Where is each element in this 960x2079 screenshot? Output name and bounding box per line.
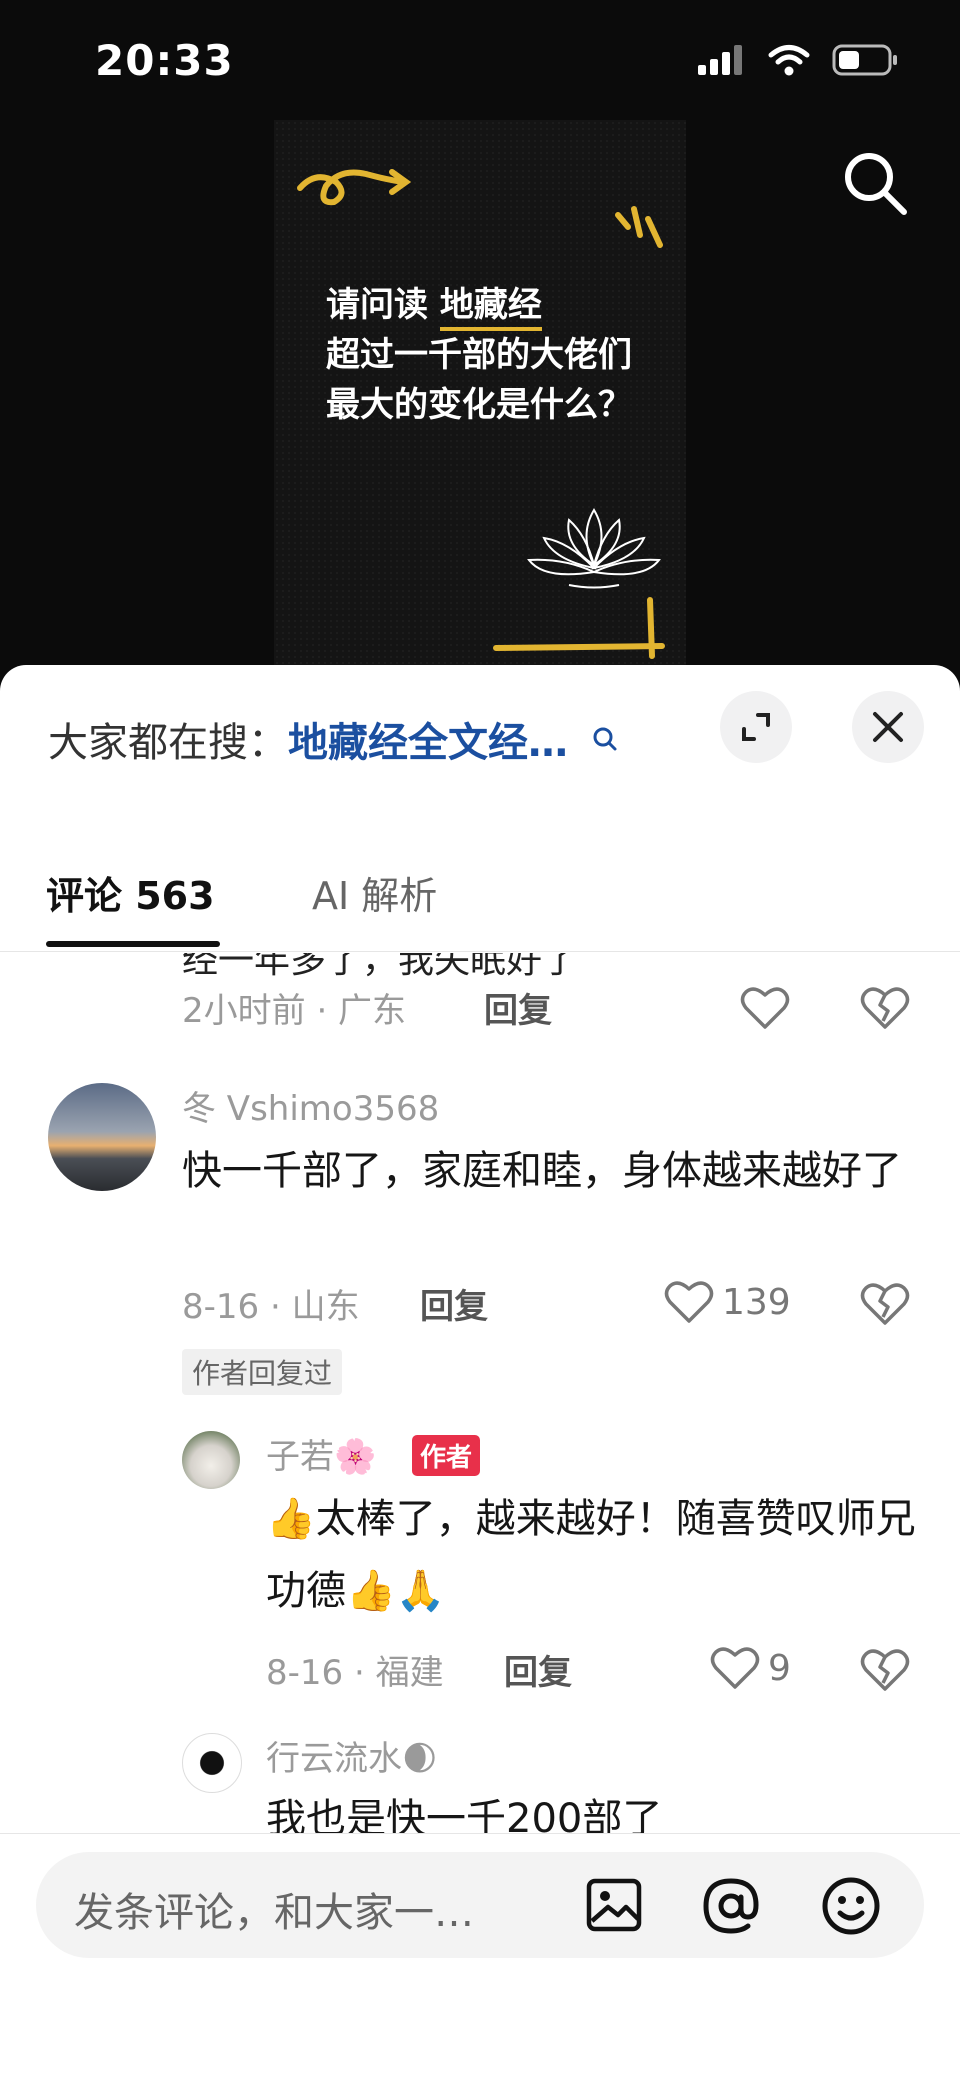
heart-icon <box>664 1281 714 1323</box>
heart-icon[interactable] <box>740 985 790 1031</box>
heart-icon <box>710 1647 760 1689</box>
reply-button[interactable]: 回复 <box>420 1279 488 1328</box>
like-button[interactable]: 9 <box>710 1645 791 1691</box>
broken-heart-icon[interactable] <box>860 1647 910 1693</box>
avatar[interactable] <box>182 1733 242 1793</box>
corner-doodle <box>493 597 665 659</box>
comment-list[interactable]: 经一年多了，我失眠好了 2小时前 · 广东 回复 冬 Vshimo3568 快一… <box>0 953 960 1833</box>
comment-meta: 8-16 · 山东 <box>182 1287 360 1327</box>
emoji-icon[interactable] <box>820 1875 882 1937</box>
video-caption: 请问读 地藏经 超过一千部的大佬们 最大的变化是什么？ <box>326 285 632 425</box>
comment-meta: 2小时前 · 广东 <box>182 991 407 1031</box>
cellular-signal-icon <box>698 45 742 75</box>
comment-input[interactable]: 发条评论，和大家一… <box>36 1852 924 1958</box>
sparkle-doodle <box>615 206 663 248</box>
tab-active-underline <box>46 941 220 947</box>
close-icon <box>873 712 903 742</box>
status-icons <box>698 44 898 76</box>
search-suggestion-lead: 大家都在搜： <box>48 720 288 766</box>
wifi-icon <box>768 45 810 76</box>
search-icon[interactable] <box>842 150 908 216</box>
search-suggestion[interactable]: 大家都在搜： 地藏经全文经… <box>48 710 618 768</box>
search-small-icon <box>593 727 617 751</box>
author-badge: 作者 <box>412 1435 481 1476</box>
tab-bar: 评论 563 AI 解析 <box>0 845 960 952</box>
expand-icon <box>742 713 770 741</box>
comment-text: 快一千部了，家庭和睦，身体越来越好了 <box>182 1148 902 1194</box>
image-icon[interactable] <box>584 1875 644 1935</box>
reply-username[interactable]: 行云流水🌒 <box>266 1731 437 1780</box>
status-time: 20:33 <box>95 36 234 85</box>
comment-sheet: 大家都在搜： 地藏经全文经… 评论 563 AI 解析 经一年多了，我失眠好了 … <box>0 665 960 2079</box>
reply-username[interactable]: 子若🌸 <box>266 1429 376 1478</box>
video-area[interactable]: 20:33 请问读 地藏经 超过一千部的大佬们 最大的变化是什么？ <box>0 0 960 700</box>
like-count: 139 <box>722 1281 791 1323</box>
reply-meta: 8-16 · 福建 <box>266 1653 444 1693</box>
comment-username[interactable]: 冬 Vshimo3568 <box>182 1081 439 1130</box>
search-suggestion-keyword[interactable]: 地藏经全文经… <box>288 710 568 768</box>
comment-text-partial: 经一年多了，我失眠好了 <box>182 953 579 981</box>
comment-input-bar: 发条评论，和大家一… <box>0 1833 960 2079</box>
tab-ai-analysis[interactable]: AI 解析 <box>312 865 437 920</box>
author-replied-tag: 作者回复过 <box>182 1349 343 1395</box>
arrow-doodle <box>297 169 412 206</box>
broken-heart-icon[interactable] <box>860 1281 910 1327</box>
avatar[interactable] <box>182 1431 240 1489</box>
lotus-illustration <box>527 508 661 589</box>
reply-button[interactable]: 回复 <box>484 983 552 1032</box>
reply-text: 👍太棒了，越来越好！随喜赞叹师兄功德👍🙏 <box>266 1496 916 1614</box>
battery-icon <box>832 44 897 76</box>
close-button[interactable] <box>852 691 924 763</box>
like-count: 9 <box>768 1647 791 1689</box>
reply-button[interactable]: 回复 <box>504 1645 572 1694</box>
mention-icon[interactable] <box>700 1875 762 1937</box>
broken-heart-icon[interactable] <box>860 985 910 1031</box>
expand-button[interactable] <box>720 691 792 763</box>
reply-text-partial: 我也是快一千200部了 <box>266 1796 663 1833</box>
tab-comments[interactable]: 评论 563 <box>46 865 215 920</box>
video-frame[interactable]: 请问读 地藏经 超过一千部的大佬们 最大的变化是什么？ <box>274 120 686 670</box>
avatar[interactable] <box>48 1083 156 1191</box>
comment-input-placeholder: 发条评论，和大家一… <box>74 1890 474 1936</box>
like-button[interactable]: 139 <box>664 1279 791 1325</box>
